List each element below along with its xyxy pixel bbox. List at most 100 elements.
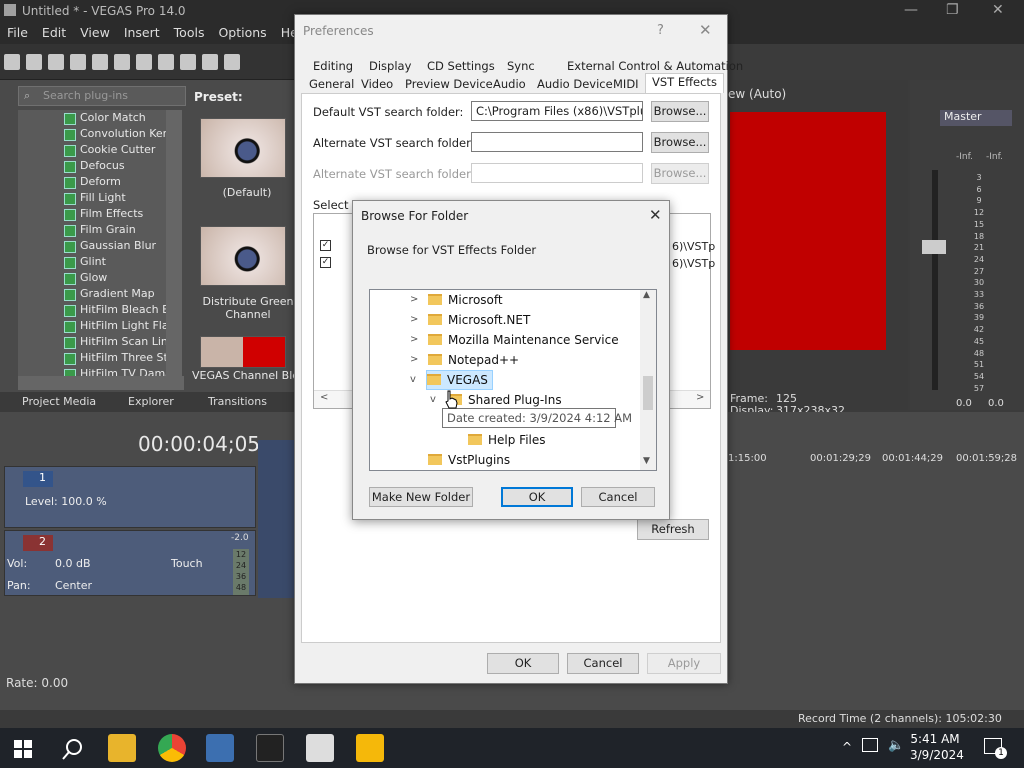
menu-insert[interactable]: Insert — [117, 22, 167, 43]
tree-node-vegas[interactable]: VEGAS — [426, 370, 493, 390]
list-item[interactable]: Film Effects — [18, 206, 166, 222]
tab-project-media[interactable]: Project Media — [22, 395, 96, 408]
tab-video[interactable]: Video — [361, 77, 393, 91]
tab-sync[interactable]: Sync — [507, 59, 535, 73]
tree-node-mozilla[interactable]: Mozilla Maintenance Service — [428, 330, 619, 350]
tree-scrollbar[interactable]: ▲ ▼ — [640, 290, 656, 470]
scroll-right-icon[interactable]: > — [696, 392, 704, 403]
render-icon[interactable] — [92, 54, 108, 70]
tree-node-notepadpp[interactable]: Notepad++ — [428, 350, 519, 370]
list-item[interactable]: Gradient Map — [18, 286, 166, 302]
menu-edit[interactable]: Edit — [35, 22, 73, 43]
chevron-down-icon[interactable]: v — [410, 374, 416, 385]
browse-alt2-button[interactable]: Browse... — [651, 163, 709, 184]
track-events[interactable] — [258, 440, 294, 598]
list-item[interactable]: HitFilm Bleach Byp — [18, 302, 166, 318]
checkbox[interactable]: ✓ — [320, 240, 331, 251]
chevron-right-icon[interactable]: > — [410, 294, 418, 305]
chevron-right-icon[interactable]: > — [410, 334, 418, 345]
scroll-thumb[interactable] — [643, 376, 653, 410]
list-item[interactable]: HitFilm Light Flares — [18, 318, 166, 334]
copy-icon[interactable] — [158, 54, 174, 70]
search-icon[interactable] — [62, 738, 84, 760]
tab-transitions[interactable]: Transitions — [208, 395, 267, 408]
alt2-folder-input[interactable] — [471, 163, 643, 183]
list-item[interactable]: Cookie Cutter — [18, 142, 166, 158]
chevron-down-icon[interactable]: v — [430, 394, 436, 405]
cut-icon[interactable] — [136, 54, 152, 70]
redo-icon[interactable] — [224, 54, 240, 70]
plugin-search-input[interactable]: ⌕ Search plug-ins — [18, 86, 186, 106]
tree-node-shared-plugins[interactable]: Shared Plug-Ins — [448, 390, 562, 410]
tab-vst-effects[interactable]: VST Effects — [645, 73, 724, 93]
tab-midi[interactable]: MIDI — [613, 77, 639, 91]
list-item[interactable]: Film Grain — [18, 222, 166, 238]
apply-button[interactable]: Apply — [647, 653, 721, 674]
close-icon[interactable]: ✕ — [992, 2, 1004, 18]
maximize-icon[interactable]: ❐ — [946, 2, 959, 18]
list-item[interactable]: Deform — [18, 174, 166, 190]
windows-start-icon[interactable] — [14, 740, 32, 758]
master-fader-track[interactable] — [932, 170, 938, 390]
tab-display[interactable]: Display — [369, 59, 411, 73]
list-item[interactable]: HitFilm Three Strip — [18, 350, 166, 366]
list-item[interactable]: Gaussian Blur — [18, 238, 166, 254]
tab-explorer[interactable]: Explorer — [128, 395, 174, 408]
tab-audio[interactable]: Audio — [493, 77, 526, 91]
ok-button[interactable]: OK — [501, 487, 573, 507]
ok-button[interactable]: OK — [487, 653, 559, 674]
clock[interactable]: 5:41 AM 3/9/2024 — [910, 731, 964, 763]
vegas-icon[interactable] — [206, 734, 234, 762]
default-folder-input[interactable]: C:\Program Files (x86)\VSTplugins — [471, 101, 643, 121]
tab-external-control[interactable]: External Control & Automation — [567, 59, 743, 73]
tree-node-microsoft-net[interactable]: Microsoft.NET — [428, 310, 530, 330]
list-item[interactable]: Convolution Kerne — [18, 126, 166, 142]
browse-default-button[interactable]: Browse... — [651, 101, 709, 122]
scroll-left-icon[interactable]: < — [320, 392, 328, 403]
tab-preview-device[interactable]: Preview Device — [405, 77, 493, 91]
automation-mode[interactable]: Touch — [171, 557, 203, 570]
properties-icon[interactable] — [114, 54, 130, 70]
tab-cd-settings[interactable]: CD Settings — [427, 59, 495, 73]
refresh-button[interactable]: Refresh — [637, 519, 709, 540]
tree-node-help-files[interactable]: Help Files — [468, 430, 546, 450]
list-item[interactable]: Glint — [18, 254, 166, 270]
menu-tools[interactable]: Tools — [167, 22, 212, 43]
cancel-button[interactable]: Cancel — [567, 653, 639, 674]
tab-editing[interactable]: Editing — [313, 59, 353, 73]
browse-alt1-button[interactable]: Browse... — [651, 132, 709, 153]
tree-node-vstplugins[interactable]: VstPlugins — [428, 450, 510, 470]
master-fader-handle[interactable] — [922, 240, 946, 254]
store-icon[interactable] — [356, 734, 384, 762]
preview-quality[interactable]: ew (Auto) — [728, 87, 786, 101]
volume-muted-icon[interactable]: 🔈 — [888, 738, 904, 753]
list-item[interactable]: Fill Light — [18, 190, 166, 206]
notification-icon[interactable]: 1 — [984, 738, 1007, 759]
new-icon[interactable] — [4, 54, 20, 70]
alt1-folder-input[interactable] — [471, 132, 643, 152]
plugin-list-scrollbar[interactable] — [166, 110, 182, 376]
list-item[interactable]: HitFilm TV Damage — [18, 366, 166, 376]
tab-general[interactable]: General — [309, 77, 354, 91]
menu-options[interactable]: Options — [211, 22, 273, 43]
list-item[interactable]: HitFilm Scan Lines — [18, 334, 166, 350]
save-icon[interactable] — [48, 54, 64, 70]
preset-thumb-channel-blend[interactable] — [200, 336, 286, 368]
paste-icon[interactable] — [180, 54, 196, 70]
list-item[interactable]: Color Match — [18, 110, 166, 126]
open-icon[interactable] — [26, 54, 42, 70]
undo-icon[interactable] — [202, 54, 218, 70]
7zip-icon[interactable] — [256, 734, 284, 762]
save-as-icon[interactable] — [70, 54, 86, 70]
menu-file[interactable]: File — [0, 22, 35, 43]
make-new-folder-button[interactable]: Make New Folder — [369, 487, 473, 507]
chevron-up-icon[interactable]: ^ — [842, 740, 852, 754]
help-icon[interactable]: ? — [657, 23, 664, 38]
plugin-list-hscrollbar[interactable] — [18, 376, 184, 390]
minimize-icon[interactable]: — — [904, 2, 918, 18]
chrome-icon[interactable] — [158, 734, 186, 762]
scroll-down-icon[interactable]: ▼ — [643, 456, 650, 466]
audio-track-header[interactable]: 2 Vol: 0.0 dB Pan: Center Touch -2.0 12 … — [4, 530, 256, 596]
tree-node-microsoft[interactable]: Microsoft — [428, 290, 503, 310]
video-track-header[interactable]: 1 Level: 100.0 % — [4, 466, 256, 528]
